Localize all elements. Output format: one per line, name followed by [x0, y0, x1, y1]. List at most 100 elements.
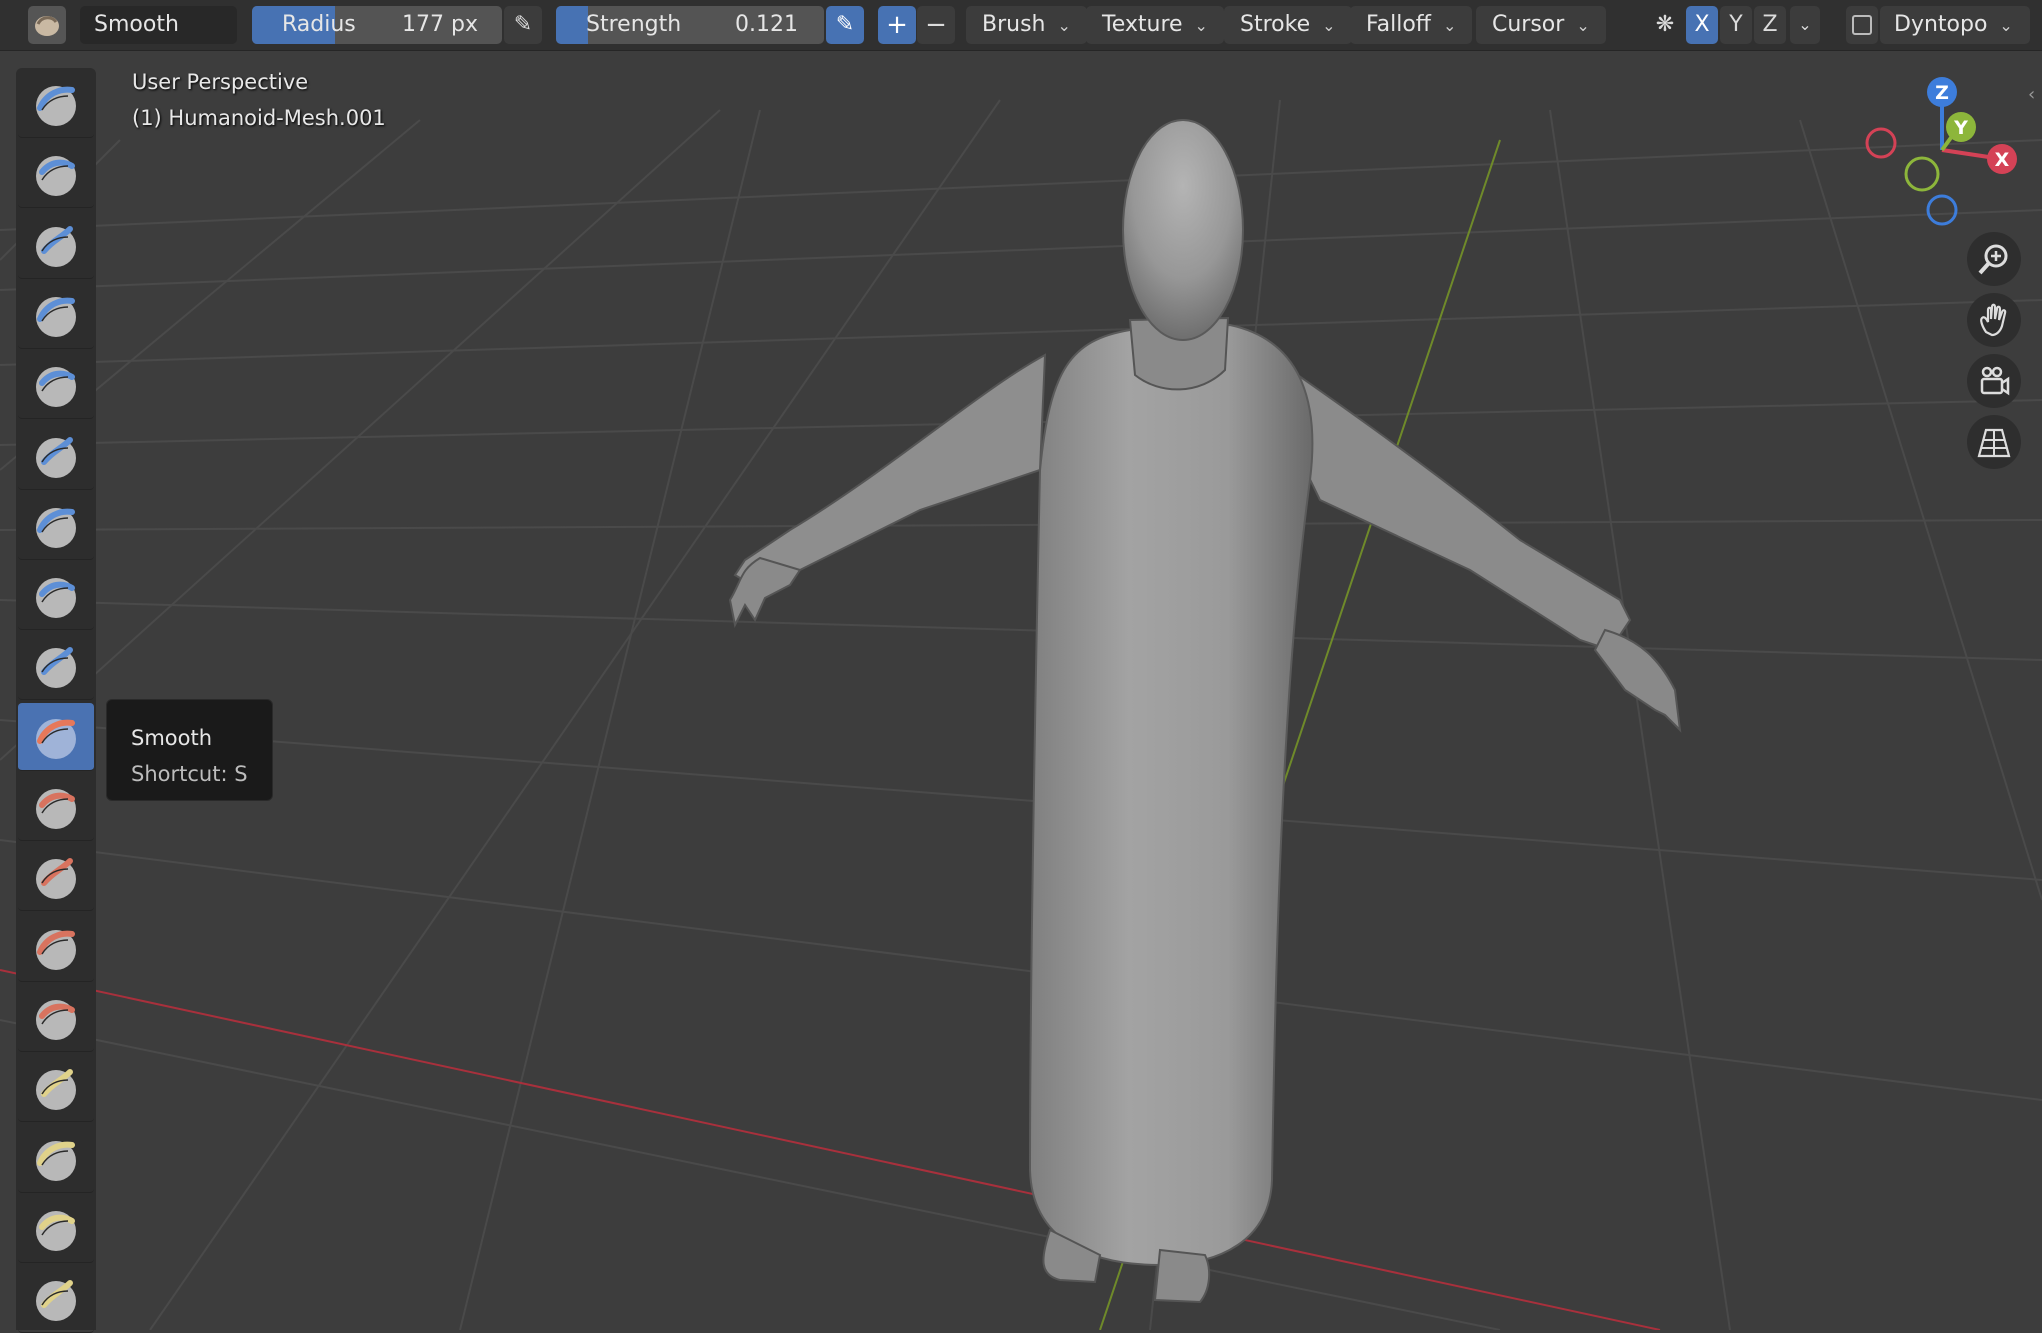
dyntopo-label: Dyntopo	[1894, 12, 1988, 37]
tool-button-inflate-brush[interactable]	[18, 492, 94, 560]
strength-pressure-icon[interactable]: ✎	[826, 6, 864, 44]
gizmo-neg-z	[1926, 194, 1958, 226]
gizmo-z-label: Z	[1935, 82, 1949, 104]
direction-add-icon[interactable]: +	[878, 6, 916, 44]
tool-button-blob-brush[interactable]	[18, 562, 94, 631]
tool-button-clay-brush[interactable]	[18, 211, 94, 279]
symmetry-options-chevron-icon[interactable]: ⌄	[1790, 6, 1820, 44]
camera-icon	[1980, 366, 2010, 396]
chevron-down-icon: ⌄	[1194, 16, 1208, 35]
zoom-icon	[1978, 244, 2008, 275]
radius-pressure-icon[interactable]: ✎	[504, 6, 542, 44]
crease-brush-icon	[36, 647, 76, 689]
clay-thumb-brush-icon	[36, 367, 76, 408]
sculpt-toolbar	[16, 68, 96, 1333]
texture-menu-label: Texture	[1102, 12, 1183, 37]
clay-brush-icon	[36, 225, 76, 267]
clay-strips-brush-icon	[36, 296, 76, 337]
radius-value: 177 px	[402, 12, 478, 37]
flatten-brush-icon	[36, 789, 76, 829]
gizmo-y-label: Y	[1953, 117, 1968, 139]
gizmo-neg-x	[1865, 127, 1897, 159]
brush-menu-label: Brush	[982, 12, 1046, 37]
mirror-x-toggle[interactable]: X	[1686, 6, 1718, 44]
dyntopo-menu[interactable]: Dyntopo ⌄	[1880, 6, 2030, 44]
pinch-brush-icon	[36, 1069, 76, 1111]
x-axis-line	[0, 969, 1661, 1330]
gizmo-neg-y	[1904, 156, 1940, 192]
strength-label: Strength	[586, 12, 682, 37]
dyntopo-checkbox[interactable]	[1846, 6, 1878, 44]
tooltip-shortcut: Shortcut: S	[131, 762, 248, 786]
scrape-brush-icon	[36, 929, 76, 970]
viewport-3d[interactable]	[0, 50, 2042, 1330]
snake-hook-brush-icon	[36, 1280, 76, 1322]
view-name: User Perspective	[132, 70, 309, 94]
tool-button-fill-brush[interactable]	[18, 843, 94, 912]
stroke-menu[interactable]: Stroke ⌄	[1224, 6, 1352, 44]
cursor-menu-label: Cursor	[1492, 12, 1565, 37]
tool-button-snake-hook-brush[interactable]	[18, 1265, 94, 1333]
chevron-down-icon: ⌄	[1999, 16, 2013, 35]
layer-brush-icon	[36, 436, 76, 478]
draw-brush-icon	[36, 86, 76, 126]
navigation-gizmo[interactable]: Z Y X	[1850, 70, 2040, 230]
falloff-menu[interactable]: Falloff ⌄	[1350, 6, 1473, 44]
smooth-brush-icon	[36, 718, 76, 759]
texture-menu[interactable]: Texture ⌄	[1086, 6, 1224, 44]
tool-button-elastic-deform-brush[interactable]	[18, 1195, 94, 1263]
floor-grid	[0, 99, 2042, 1330]
multiplane-scrape-brush-icon	[36, 999, 76, 1040]
radius-label: Radius	[282, 12, 356, 37]
grid-perspective-icon	[1977, 428, 2011, 458]
active-tool-name[interactable]: Smooth	[80, 6, 237, 44]
direction-subtract-icon[interactable]: −	[917, 6, 955, 44]
chevron-down-icon: ⌄	[1576, 16, 1590, 35]
tool-button-grab-brush[interactable]	[18, 1125, 94, 1193]
symmetry-icon[interactable]: ❋	[1646, 6, 1684, 44]
tooltip-title: Smooth	[131, 726, 213, 750]
pan-view-button[interactable]	[1967, 293, 2021, 347]
chevron-down-icon: ⌄	[1442, 16, 1457, 35]
cursor-menu[interactable]: Cursor ⌄	[1476, 6, 1606, 44]
hand-icon	[1980, 303, 2007, 337]
tool-button-flatten-brush[interactable]	[18, 773, 94, 841]
tool-button-pinch-brush[interactable]	[18, 1054, 94, 1123]
tool-button-layer-brush[interactable]	[18, 422, 94, 490]
brush-thumbnail-icon[interactable]	[28, 6, 66, 44]
sidebar-toggle-chevron-icon[interactable]: ‹	[2028, 84, 2035, 105]
tool-header: Smooth Radius 177 px ✎ Strength 0.121 ✎ …	[0, 0, 2042, 51]
object-name: (1) Humanoid-Mesh.001	[132, 106, 386, 130]
tool-button-crease-brush[interactable]	[18, 632, 94, 701]
camera-view-button[interactable]	[1967, 354, 2021, 408]
mirror-z-toggle[interactable]: Z	[1754, 6, 1786, 44]
tool-button-draw-sharp-brush[interactable]	[18, 140, 94, 209]
strength-fill	[556, 6, 589, 44]
humanoid-mesh	[728, 119, 1682, 1304]
strength-value: 0.121	[735, 12, 798, 37]
elastic-deform-brush-icon	[36, 1210, 76, 1251]
draw-sharp-brush-icon	[36, 156, 76, 197]
chevron-down-icon: ⌄	[1057, 16, 1071, 35]
ortho-view-button[interactable]	[1967, 415, 2021, 469]
stroke-menu-label: Stroke	[1240, 12, 1311, 37]
gizmo-x-label: X	[1995, 149, 2010, 171]
fill-brush-icon	[36, 858, 76, 900]
tool-button-draw-brush[interactable]	[18, 70, 94, 138]
tool-button-clay-thumb-brush[interactable]	[18, 351, 94, 420]
grab-brush-icon	[36, 1140, 76, 1181]
tool-button-scrape-brush[interactable]	[18, 914, 94, 982]
tool-button-clay-strips-brush[interactable]	[18, 281, 94, 349]
zoom-view-button[interactable]	[1967, 232, 2021, 286]
brush-menu[interactable]: Brush ⌄	[966, 6, 1087, 44]
tool-button-smooth-brush[interactable]	[18, 702, 94, 771]
falloff-menu-label: Falloff	[1366, 12, 1431, 37]
inflate-brush-icon	[36, 507, 76, 548]
chevron-down-icon: ⌄	[1322, 16, 1336, 35]
tool-tooltip: Smooth Shortcut: S	[106, 699, 273, 801]
tool-button-multiplane-scrape-brush[interactable]	[18, 984, 94, 1052]
strength-slider[interactable]: Strength 0.121	[556, 6, 824, 44]
mirror-y-toggle[interactable]: Y	[1720, 6, 1752, 44]
blob-brush-icon	[36, 578, 76, 619]
radius-slider[interactable]: Radius 177 px	[252, 6, 502, 44]
